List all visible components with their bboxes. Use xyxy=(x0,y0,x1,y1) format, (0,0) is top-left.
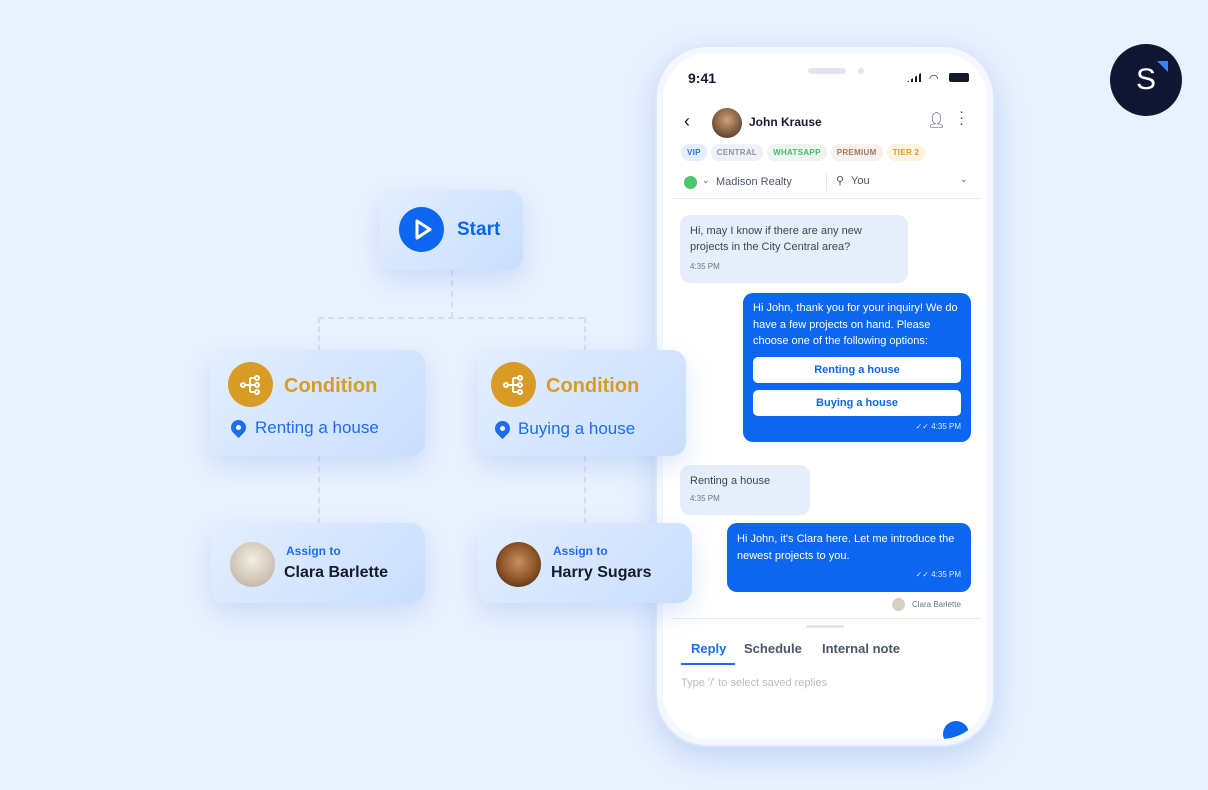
assignee-name: Harry Sugars xyxy=(551,564,652,581)
connector xyxy=(584,317,586,351)
divider xyxy=(673,618,981,619)
option-renting-button[interactable]: Renting a house xyxy=(753,356,961,383)
brand-logo: S xyxy=(1110,44,1182,116)
condition-node-renting[interactable]: Condition Renting a house xyxy=(210,350,425,456)
divider xyxy=(826,174,827,191)
connector xyxy=(318,317,320,351)
signal-icon xyxy=(907,73,921,82)
tag-whatsapp: WHATSAPP xyxy=(767,144,827,161)
channel-select[interactable]: Madison Realty xyxy=(716,176,792,188)
more-options-icon[interactable]: · · · xyxy=(959,104,965,131)
camera-dot xyxy=(858,68,864,74)
tag-list: VIP CENTRAL WHATSAPP PREMIUM TIER 2 xyxy=(681,142,929,161)
tag-vip: VIP xyxy=(681,144,707,161)
play-icon xyxy=(399,207,444,252)
message-incoming: Hi, may I know if there are any new proj… xyxy=(680,215,908,283)
drag-handle[interactable] xyxy=(806,625,844,628)
message-outgoing: Hi John, it's Clara here. Let me introdu… xyxy=(727,523,971,592)
assignee-select[interactable]: You xyxy=(851,175,870,187)
read-check-icon: ✓✓ xyxy=(915,421,932,431)
assignee-name: Clara Barlette xyxy=(284,564,389,581)
condition-title: Condition xyxy=(546,375,640,397)
tag-tier2: TIER 2 xyxy=(886,144,926,161)
chevron-down-icon[interactable]: ⌄ xyxy=(702,175,710,186)
add-user-icon[interactable]: 👤︎ xyxy=(927,111,946,129)
message-text: Renting a house xyxy=(690,475,771,487)
message-time: 4:35 PM xyxy=(690,494,720,503)
contact-avatar xyxy=(712,108,742,138)
assign-label: Assign to xyxy=(553,544,608,558)
message-incoming: Renting a house 4:35 PM xyxy=(680,465,810,515)
condition-node-buying[interactable]: Condition Buying a house xyxy=(478,350,686,456)
tag-central: CENTRAL xyxy=(710,144,764,161)
avatar-harry xyxy=(496,542,541,587)
option-buying-button[interactable]: Buying a house xyxy=(753,389,961,416)
speaker-notch xyxy=(808,68,846,74)
condition-title: Condition xyxy=(284,375,378,397)
tab-schedule[interactable]: Schedule xyxy=(744,641,802,656)
sender-name: Clara Barlette xyxy=(912,600,961,609)
connector xyxy=(318,317,584,319)
message-time: ✓✓ 4:35 PM xyxy=(915,421,961,431)
chevron-down-icon[interactable]: ⌄ xyxy=(960,174,968,185)
logo-accent-icon xyxy=(1157,61,1168,72)
start-label: Start xyxy=(457,219,501,240)
message-text: Hi John, it's Clara here. Let me introdu… xyxy=(737,533,955,562)
message-text: Hi, may I know if there are any new proj… xyxy=(690,225,862,253)
branch-icon xyxy=(491,362,536,407)
avatar-clara xyxy=(230,542,275,587)
start-node[interactable]: Start xyxy=(380,190,523,270)
wifi-icon: ◠ xyxy=(929,73,939,85)
logo-letter: S xyxy=(1135,63,1156,96)
whatsapp-icon xyxy=(684,176,697,189)
connector xyxy=(318,456,320,524)
message-time: ✓✓ 4:35 PM xyxy=(915,570,961,579)
condition-value: Buying a house xyxy=(518,419,636,438)
reply-input[interactable]: Type '/' to select saved replies xyxy=(681,677,827,689)
contact-name: John Krause xyxy=(749,115,822,129)
divider xyxy=(673,198,981,199)
back-button[interactable]: ‹ xyxy=(684,111,690,132)
send-button[interactable] xyxy=(943,721,969,739)
active-tab-underline xyxy=(681,663,735,665)
user-icon: ⚲ xyxy=(836,175,845,187)
message-text: Hi John, thank you for your inquiry! We … xyxy=(753,302,958,347)
tab-reply[interactable]: Reply xyxy=(691,641,726,656)
connector xyxy=(584,456,586,524)
read-check-icon: ✓✓ xyxy=(915,570,932,579)
assign-node-harry[interactable]: Assign to Harry Sugars xyxy=(478,523,692,603)
message-outgoing: Hi John, thank you for your inquiry! We … xyxy=(743,293,971,442)
tab-internal-note[interactable]: Internal note xyxy=(822,641,900,656)
assign-label: Assign to xyxy=(286,544,341,558)
status-time: 9:41 xyxy=(688,70,717,86)
condition-value: Renting a house xyxy=(255,418,379,437)
branch-icon xyxy=(228,362,273,407)
assign-node-clara[interactable]: Assign to Clara Barlette xyxy=(211,523,425,603)
message-time: 4:35 PM xyxy=(690,262,720,271)
phone-screen: 9:41 ◠ ‹ John Krause 👤︎ · · · VIP CENTRAL WH… xyxy=(663,53,987,739)
location-pin-icon xyxy=(491,417,514,440)
location-pin-icon xyxy=(227,416,250,439)
phone-mockup: 9:41 ◠ ‹ John Krause 👤︎ · · · VIP CENTRAL WH… xyxy=(655,45,995,747)
sender-avatar xyxy=(892,598,905,611)
tag-premium: PREMIUM xyxy=(830,144,883,161)
connector xyxy=(451,270,453,318)
battery-icon xyxy=(949,73,969,82)
